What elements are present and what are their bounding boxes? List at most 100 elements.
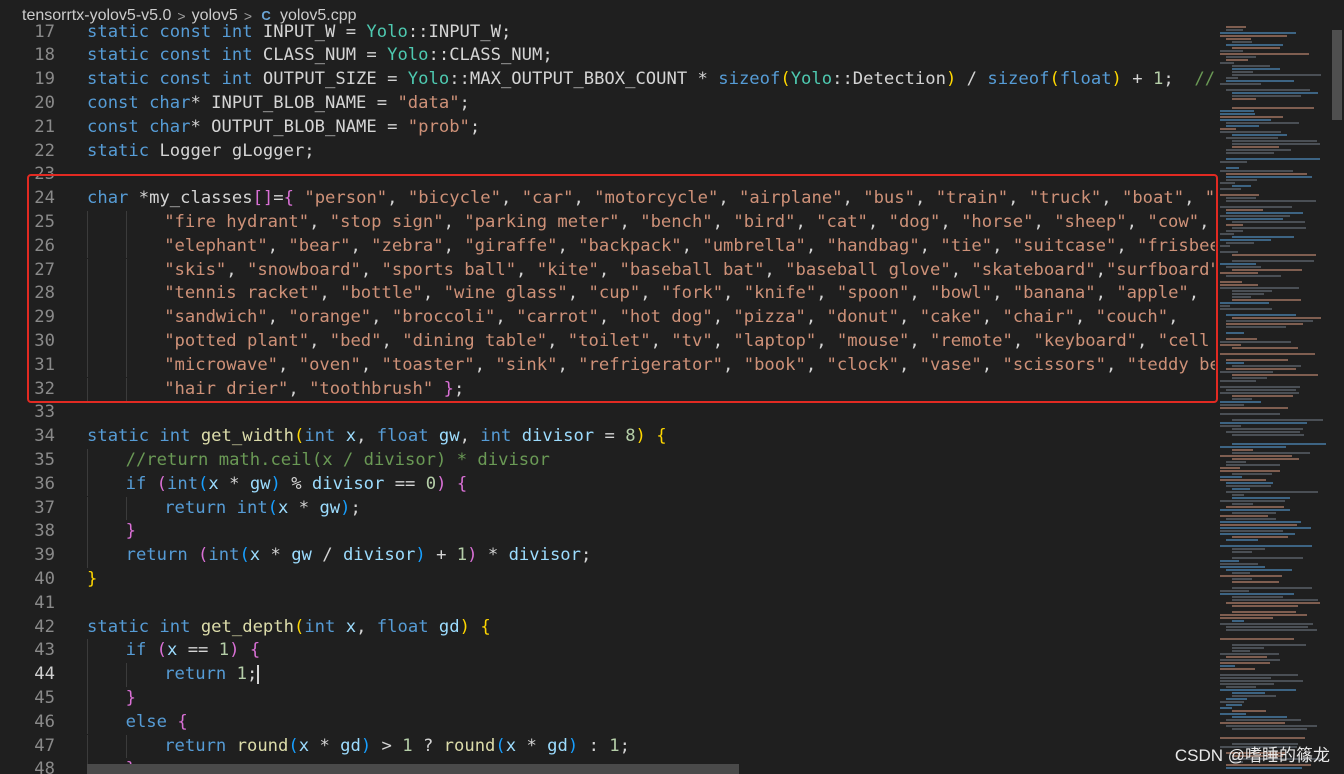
indent-guide <box>125 306 127 330</box>
minimap-line <box>1226 368 1296 370</box>
code-token: "suitcase" <box>1012 235 1117 256</box>
code-token: "motorcycle" <box>594 188 719 209</box>
code-line[interactable]: 40} <box>0 568 1215 592</box>
minimap-line <box>1232 146 1280 148</box>
minimap-line <box>1220 413 1281 415</box>
minimap-line <box>1220 425 1241 427</box>
code-token: ( <box>156 473 167 494</box>
code-line[interactable]: 24 char *my_classes[]={ "person", "bicycl… <box>0 187 1215 211</box>
minimap-line <box>1220 707 1232 709</box>
code-line[interactable]: 17 static const int INPUT_W = Yolo::INPUT… <box>0 21 1215 45</box>
minimap-line <box>1232 503 1254 505</box>
code-token: ) <box>340 497 351 518</box>
code-token: "traffic <box>1204 188 1215 209</box>
code-line[interactable]: 38} <box>0 520 1215 545</box>
minimap-line <box>1220 287 1300 289</box>
code-token: "skateboard" <box>971 259 1096 280</box>
code-token: gw <box>438 426 460 447</box>
code-line[interactable]: 19 static const int OUTPUT_SIZE = Yolo::M… <box>0 68 1215 92</box>
code-line[interactable]: 39 return (int(x * gw / divisor) + 1) * d… <box>0 544 1215 568</box>
minimap-line <box>1220 404 1245 406</box>
minimap-line <box>1226 77 1239 79</box>
code-line[interactable]: 44 return 1; <box>0 663 1215 687</box>
indent-guide <box>87 282 88 307</box>
code-line[interactable]: 20 const char* INPUT_BLOB_NAME = "data"; <box>0 92 1215 116</box>
code-line[interactable]: 41 <box>0 592 1215 616</box>
code-line[interactable]: 21 const char* OUTPUT_BLOB_NAME = "prob"; <box>0 116 1215 140</box>
code-token: , <box>356 616 377 637</box>
code-token: INPUT_W = <box>262 21 367 42</box>
code-line[interactable]: 42 static int get_depth(int x, float gd) … <box>0 616 1215 640</box>
code-line[interactable]: 47 return round(x * gd) > 1 ? round(x * g… <box>0 734 1215 759</box>
code-token: 1 <box>456 545 468 566</box>
minimap-line <box>1232 473 1273 475</box>
code-token: return <box>164 497 237 518</box>
code-token: ) <box>635 426 646 447</box>
code-line[interactable]: 30 "potted plant", "bed", "dining table",… <box>0 329 1215 354</box>
code-token: ; <box>469 116 481 137</box>
minimap-line <box>1226 725 1317 727</box>
code-line[interactable]: 28 "tennis racket", "bottle", "wine glass… <box>0 282 1215 307</box>
minimap-line <box>1232 488 1251 490</box>
minimap-line <box>1232 107 1314 109</box>
code-line[interactable]: 26 "elephant", "bear", "zebra", "giraffe"… <box>0 234 1215 259</box>
code-line[interactable]: 18 static const int CLASS_NUM = Yolo::CLA… <box>0 44 1215 68</box>
code-line[interactable]: 23 <box>0 163 1215 187</box>
code-token: //return math.ceil(x / divisor) * diviso… <box>125 449 550 470</box>
vertical-scrollbar-thumb[interactable] <box>1332 30 1342 120</box>
minimap-line <box>1232 458 1299 460</box>
code-line[interactable]: 34 static int get_width(int x, float gw, … <box>0 425 1215 449</box>
code-token: "toaster" <box>381 354 475 375</box>
code-token: ; <box>1163 69 1195 90</box>
code-line[interactable]: 25 "fire hydrant", "stop sign", "parking … <box>0 210 1215 235</box>
code-line[interactable]: 31 "microwave", "oven", "toaster", "sink"… <box>0 353 1215 378</box>
horizontal-scrollbar-thumb[interactable] <box>87 764 739 774</box>
minimap-line <box>1226 212 1304 214</box>
code-token: "giraffe" <box>464 235 558 256</box>
code-line[interactable]: 32 "hair drier", "toothbrush" }; <box>0 377 1215 402</box>
code-token: , <box>712 307 734 328</box>
code-line[interactable]: 35 //return math.ceil(x / divisor) * divi… <box>0 448 1215 473</box>
code-token: x <box>278 497 289 518</box>
minimap-line <box>1232 68 1281 70</box>
line-number: 42 <box>34 616 55 637</box>
code-token: x <box>167 640 178 661</box>
code-editor[interactable]: 17 static const int INPUT_W = Yolo::INPUT… <box>0 20 1215 774</box>
code-line[interactable]: 46 else { <box>0 710 1215 735</box>
code-line[interactable]: 43 if (x == 1) { <box>0 639 1215 664</box>
code-token: x <box>208 473 219 494</box>
code-token: gd <box>438 616 460 637</box>
minimap-line <box>1220 392 1299 394</box>
code-line[interactable]: 37 return int(x * gw); <box>0 496 1215 521</box>
code-line[interactable]: 45} <box>0 686 1215 711</box>
indent-guide <box>87 544 88 568</box>
minimap-line <box>1226 359 1288 361</box>
minimap-line <box>1226 80 1295 82</box>
code-line[interactable]: 27 "skis", "snowboard", "sports ball", "k… <box>0 258 1215 283</box>
minimap-line <box>1220 35 1288 37</box>
code-token: , <box>1074 307 1096 328</box>
code-text: const char* INPUT_BLOB_NAME = "data"; <box>87 92 470 116</box>
code-line[interactable]: 33 <box>0 401 1215 425</box>
line-number: 30 <box>34 330 55 351</box>
minimap-line <box>1226 44 1283 46</box>
code-token: , <box>950 259 972 280</box>
code-token: "orange" <box>288 307 372 328</box>
code-line[interactable]: 29 "sandwich", "orange", "broccoli", "car… <box>0 306 1215 330</box>
code-line[interactable]: 22 static Logger gLogger; <box>0 140 1215 164</box>
minimap-line <box>1220 665 1236 667</box>
code-token: , <box>356 426 377 447</box>
code-token: float <box>376 426 439 447</box>
code-token: static const int <box>87 69 263 90</box>
vertical-scrollbar[interactable] <box>1330 20 1344 774</box>
code-token: * <box>477 545 509 566</box>
code-token: "laptop" <box>733 330 817 351</box>
minimap-line <box>1226 431 1300 433</box>
minimap[interactable] <box>1218 20 1330 774</box>
code-token: } <box>87 568 98 589</box>
indent-guide <box>87 710 88 735</box>
code-line[interactable]: 36 if (int(x * gw) % divisor == 0) { <box>0 472 1215 497</box>
code-token: * <box>516 735 548 756</box>
minimap-line <box>1220 659 1280 661</box>
indent-guide <box>87 663 88 687</box>
